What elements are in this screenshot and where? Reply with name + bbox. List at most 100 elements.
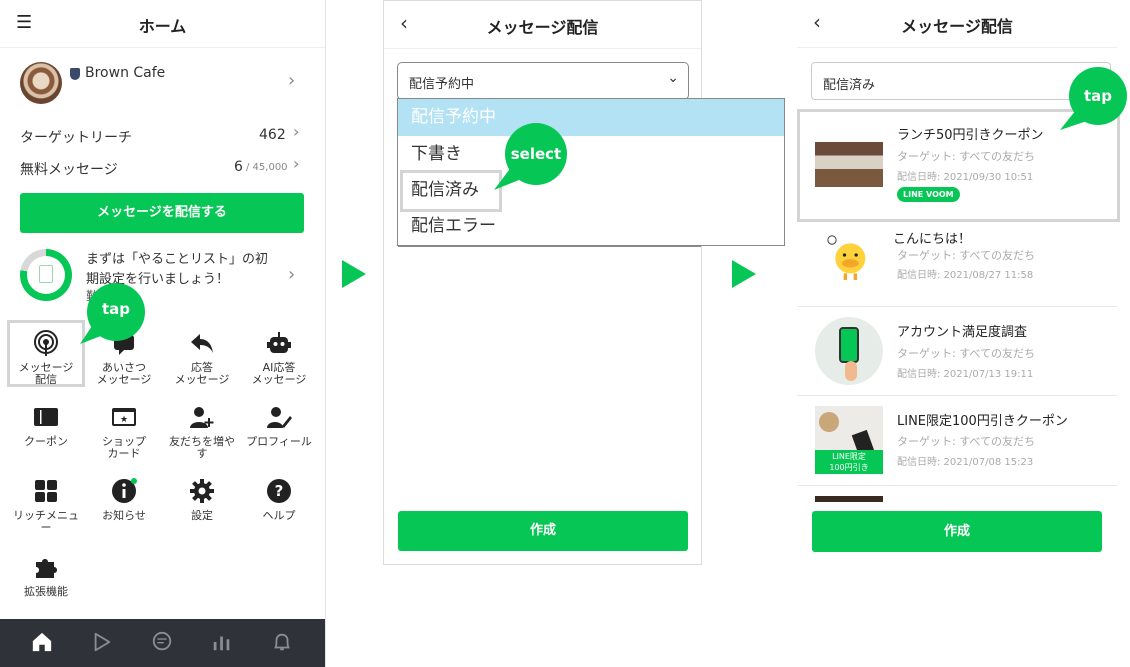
grid-item-settings[interactable]: 設定 — [164, 478, 240, 522]
grid-label: プロフィール — [246, 435, 312, 448]
sally-character-icon — [827, 235, 866, 280]
next-item-edge — [815, 496, 883, 502]
progress-ring — [20, 249, 72, 301]
tap-label: tap — [1083, 87, 1113, 105]
bell-icon[interactable] — [271, 631, 293, 653]
grid-label: AI応答 メッセージ — [251, 361, 307, 386]
grid-label: リッチメニュ ー — [13, 509, 79, 534]
item-target: ターゲット: すべての友だち — [897, 347, 1035, 360]
card-icon: ★ — [112, 408, 136, 426]
info-icon — [112, 478, 137, 503]
grid-label: 友だちを増や す — [169, 435, 235, 460]
item-date: 配信日時: 2021/07/13 19:11 — [897, 369, 1034, 380]
item-title: こんにちは！ — [893, 232, 972, 247]
home-icon[interactable] — [31, 631, 53, 653]
home-header: ☰ ホーム — [0, 0, 325, 48]
coupon-thumbnail: LINE限定 100円引き — [815, 406, 883, 474]
shield-icon — [70, 68, 80, 80]
flow-arrow-icon — [342, 260, 366, 288]
free-message-row[interactable]: 無料メッセージ 6 / 45,000 › — [0, 154, 325, 180]
status-dropdown[interactable]: 配信予約中 ⌄ — [397, 62, 689, 100]
grid-label: お知らせ — [102, 509, 146, 522]
item-date: 配信日時: 2021/07/08 15:23 — [897, 457, 1034, 468]
todo-row[interactable]: まずは「やることリスト」の初 期設定を行いましょう！ 勤 ップ › — [0, 244, 325, 306]
tap-callout: tap — [78, 282, 150, 350]
add-friend-icon — [190, 407, 214, 428]
free-message-label: 無料メッセージ — [20, 162, 118, 178]
grid-label: ショップ カード — [102, 435, 146, 460]
item-title: LINE限定100円引きクーポン — [897, 414, 1068, 429]
select-label: select — [510, 145, 562, 163]
analytics-icon[interactable] — [211, 631, 233, 653]
chevron-right-icon: › — [293, 154, 300, 173]
todo-line-1: まずは「やることリスト」の初 — [86, 252, 269, 267]
list-item[interactable]: アカウント満足度調査 ターゲット: すべての友だち 配信日時: 2021/07/… — [797, 307, 1117, 396]
option-scheduled[interactable]: 配信予約中 — [398, 99, 784, 136]
free-message-limit: / 45,000 — [246, 162, 288, 173]
broadcast-message-button[interactable]: メッセージを配信する — [20, 193, 304, 233]
option-draft[interactable]: 下書き — [398, 136, 784, 172]
help-icon: ? — [267, 479, 291, 503]
grid-label: ヘルプ — [262, 509, 296, 522]
chevron-right-icon: › — [288, 264, 296, 285]
grid-item-extensions[interactable]: 拡張機能 — [8, 554, 84, 598]
chevron-right-icon: › — [288, 70, 296, 91]
robot-icon — [267, 332, 291, 353]
target-reach-label: ターゲットリーチ — [20, 130, 132, 146]
list-item[interactable]: こんにちは！ ターゲット: すべての友だち 配信日時: 2021/08/27 1… — [797, 220, 1117, 307]
item-title: アカウント満足度調査 — [897, 325, 1028, 340]
tap-label: tap — [101, 300, 131, 318]
grid-item-shop-card[interactable]: ★ ショップ カード — [86, 404, 162, 460]
free-message-value: 6 — [234, 159, 243, 175]
chat-icon[interactable] — [151, 631, 173, 653]
gear-icon — [190, 479, 214, 503]
select-callout: select — [490, 122, 570, 192]
select-highlight — [400, 170, 502, 212]
create-button[interactable]: 作成 — [812, 511, 1102, 552]
message-broadcast-select-screen: ‹ メッセージ配信 配信予約中 ⌄ 配信予約中 下書き 配信済み 配信エラー 作… — [383, 0, 702, 565]
grid-label: クーポン — [24, 435, 68, 448]
page-title: メッセージ配信 — [901, 17, 1013, 36]
grid-item-rich-menu[interactable]: リッチメニュ ー — [8, 478, 84, 534]
grid-item-profile[interactable]: プロフィール — [241, 404, 317, 448]
account-row[interactable]: Brown Cafe › — [0, 56, 325, 112]
profile-edit-icon — [267, 407, 292, 428]
filter-value: 配信済み — [823, 78, 876, 93]
grid-label: 設定 — [191, 509, 213, 522]
play-icon[interactable] — [91, 631, 113, 653]
grid-item-auto-reply[interactable]: 応答 メッセージ — [164, 330, 240, 386]
grid-label: あいさつ メッセージ — [96, 361, 152, 386]
create-button[interactable]: 作成 — [398, 511, 688, 551]
grid-item-ai-reply[interactable]: AI応答 メッセージ — [241, 330, 317, 386]
reply-icon — [191, 334, 213, 353]
home-screen: ☰ ホーム Brown Cafe › ターゲットリーチ 462 › 無料メッセー… — [0, 0, 326, 667]
broadcast-header: ‹ メッセージ配信 — [384, 1, 701, 49]
list-item[interactable]: LINE限定 100円引き LINE限定100円引きクーポン ターゲット: すべ… — [797, 396, 1117, 486]
coupon-icon — [34, 408, 58, 426]
puzzle-icon — [36, 559, 57, 578]
account-name: Brown Cafe — [85, 65, 166, 81]
grid-label: 応答 メッセージ — [174, 361, 230, 386]
grid-item-coupon[interactable]: クーポン — [8, 404, 84, 448]
broadcast-header: ‹ メッセージ配信 — [797, 0, 1117, 48]
item-date: 配信日時: 2021/08/27 11:58 — [897, 270, 1034, 281]
grid-item-help[interactable]: ? ヘルプ — [241, 478, 317, 522]
option-error[interactable]: 配信エラー — [398, 208, 784, 245]
survey-thumbnail — [815, 317, 883, 385]
dropdown-value: 配信予約中 — [409, 77, 475, 92]
page-title: ホーム — [138, 17, 187, 36]
grid-item-add-friends[interactable]: 友だちを増や す — [164, 404, 240, 460]
flow-arrow-icon — [732, 260, 756, 288]
target-reach-row[interactable]: ターゲットリーチ 462 › — [0, 122, 325, 148]
item-target: ターゲット: すべての友だち — [897, 249, 1035, 262]
item-target: ターゲット: すべての友だち — [897, 435, 1035, 448]
avatar — [20, 62, 62, 104]
bottom-nav — [0, 619, 325, 667]
tap-highlight — [7, 320, 85, 387]
coupon-thumb-text: LINE限定 100円引き — [815, 450, 883, 474]
svg-text:★: ★ — [120, 415, 128, 425]
checklist-icon — [39, 265, 53, 283]
grid-item-notices[interactable]: お知らせ — [86, 478, 162, 522]
chevron-down-icon: ⌄ — [667, 70, 679, 86]
page-title: メッセージ配信 — [486, 18, 599, 37]
